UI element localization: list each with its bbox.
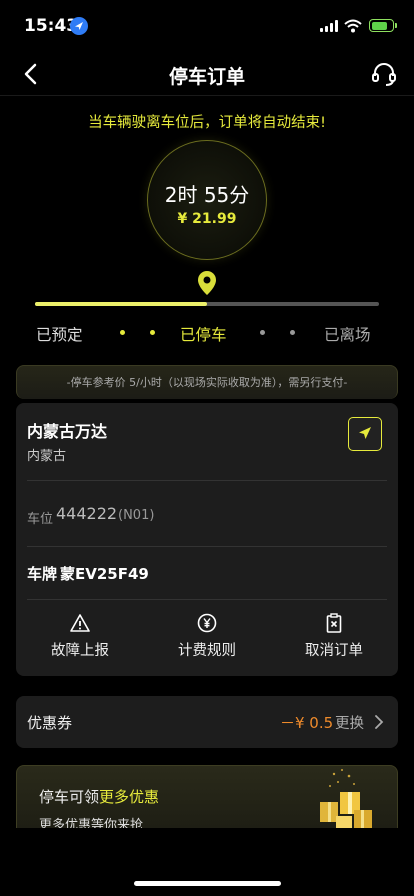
progress-dot	[150, 330, 155, 335]
coupon-label: 优惠券	[27, 714, 73, 732]
home-indicator	[134, 881, 281, 886]
cancel-order-button[interactable]: 取消订单	[284, 613, 384, 660]
promo-subtitle: 更多优惠等你来抢	[39, 818, 144, 828]
stage-parked: 已停车	[180, 326, 227, 344]
space-label: 车位	[27, 512, 54, 527]
space-code: (N01)	[118, 508, 155, 523]
promo-title-prefix: 停车可领	[39, 788, 100, 806]
parking-lot-name: 内蒙古万达	[27, 422, 108, 441]
order-card: 内蒙古万达 内蒙古 车位 444222 (N01) 车牌 蒙EV25F49 故障…	[16, 403, 398, 676]
parking-timer: 2时 55分 ¥ 21.99	[147, 140, 267, 260]
promo-banner[interactable]: 停车可领更多优惠 更多优惠等你来抢	[16, 765, 398, 828]
navigation-arrow-icon	[359, 427, 371, 439]
coupon-change-button[interactable]: 更换	[335, 712, 364, 733]
divider	[27, 546, 387, 547]
location-arrow-icon	[70, 17, 88, 35]
divider	[27, 599, 387, 600]
wifi-icon	[344, 18, 362, 37]
chevron-right-icon	[373, 714, 385, 730]
battery-icon	[369, 19, 394, 32]
coupon-row[interactable]: 优惠券 －¥ 0.5 更换	[16, 696, 398, 748]
order-progress-bar	[35, 302, 379, 306]
status-bar: 15:43	[0, 0, 414, 50]
billing-rules-button[interactable]: 计费规则	[157, 613, 257, 660]
billing-rules-label: 计费规则	[178, 643, 236, 659]
progress-dot	[120, 330, 125, 335]
yen-coin-icon	[197, 613, 217, 633]
battery-tip	[395, 23, 397, 28]
parking-fee: ¥ 21.99	[177, 211, 237, 227]
stage-departed: 已离场	[324, 326, 371, 344]
report-fault-label: 故障上报	[51, 643, 109, 659]
plate-label: 车牌	[27, 565, 58, 583]
customer-service-icon[interactable]	[370, 60, 398, 88]
auto-end-notice: 当车辆驶离车位后，订单将自动结束!	[88, 115, 326, 131]
plate-number: 蒙EV25F49	[60, 565, 149, 583]
reference-price-note: -停车参考价 5/小时（以现场实际收取为准），需另行支付-	[16, 365, 398, 399]
report-fault-button[interactable]: 故障上报	[30, 613, 130, 660]
warning-icon	[70, 613, 90, 633]
promo-title: 停车可领更多优惠	[39, 786, 159, 807]
navigate-button[interactable]	[348, 417, 382, 451]
cancel-order-label: 取消订单	[305, 643, 363, 659]
stage-reserved: 已预定	[36, 326, 83, 344]
coupon-discount: －¥ 0.5	[280, 714, 334, 732]
page-title: 停车订单	[168, 66, 245, 88]
progress-dot	[260, 330, 265, 335]
progress-dot	[290, 330, 295, 335]
cancel-clipboard-icon	[324, 613, 344, 633]
location-pin-icon	[196, 270, 218, 298]
parking-lot-region: 内蒙古	[27, 449, 67, 464]
order-progress-fill	[35, 302, 207, 306]
space-number: 444222	[56, 504, 118, 523]
parking-duration: 2时 55分	[164, 183, 250, 207]
cellular-signal-icon	[320, 20, 338, 32]
nav-bar: 停车订单	[0, 52, 414, 96]
divider	[27, 480, 387, 481]
promo-title-highlight: 更多优惠	[99, 788, 160, 806]
gift-boxes-icon	[302, 766, 382, 828]
